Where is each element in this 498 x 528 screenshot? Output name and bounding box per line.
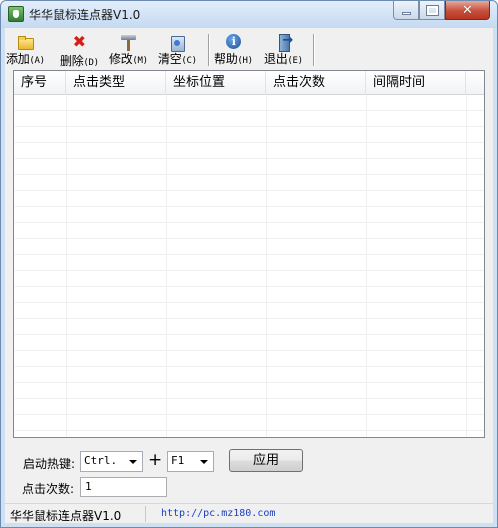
- column-gridline: [166, 95, 167, 437]
- modify-label: 修改: [109, 52, 133, 66]
- delete-key: (D): [83, 58, 99, 68]
- modify-button[interactable]: 修改(M): [109, 33, 148, 67]
- hotkey-key-select[interactable]: F1: [167, 451, 214, 472]
- hotkey-label: 启动热键:: [23, 457, 76, 471]
- clear-icon: [168, 33, 186, 52]
- table-header: 序号 点击类型 坐标位置 点击次数 间隔时间: [14, 71, 484, 95]
- close-button[interactable]: ✕: [445, 1, 490, 20]
- column-header-interval[interactable]: 间隔时间: [366, 71, 466, 95]
- help-button[interactable]: 帮助(H): [214, 33, 253, 67]
- exit-button[interactable]: 退出(E): [264, 33, 303, 67]
- delete-label: 删除: [60, 54, 84, 68]
- minimize-icon: [401, 12, 411, 15]
- apply-button[interactable]: 应用: [229, 449, 303, 472]
- hammer-icon: [119, 33, 137, 51]
- exit-icon: [274, 33, 293, 52]
- click-count-value: 1: [85, 480, 92, 493]
- delete-x-icon: ✖: [72, 32, 87, 51]
- client-area: 添加(A) ✖ 删除(D) 修改(M) 清空(C) 帮助(H) 退出(E): [5, 28, 493, 523]
- help-label: 帮助: [214, 52, 238, 66]
- clear-key: (C): [181, 56, 197, 66]
- folder-icon: [16, 33, 35, 50]
- column-gridline: [466, 95, 467, 437]
- maximize-icon: [425, 4, 439, 16]
- exit-label: 退出: [264, 52, 288, 66]
- app-mouse-icon: [8, 6, 24, 22]
- clear-label: 清空: [158, 52, 182, 66]
- help-key: (H): [237, 56, 253, 66]
- chevron-down-icon[interactable]: [129, 460, 137, 464]
- delete-button[interactable]: ✖ 删除(D): [60, 32, 99, 69]
- column-gridline: [366, 95, 367, 437]
- column-header-index[interactable]: 序号: [14, 71, 66, 95]
- column-header-click-type[interactable]: 点击类型: [66, 71, 166, 95]
- click-count-label: 点击次数:: [22, 482, 75, 496]
- minimize-button[interactable]: [393, 1, 419, 20]
- clear-button[interactable]: 清空(C): [158, 33, 197, 67]
- column-gridline: [66, 95, 67, 437]
- column-header-click-count[interactable]: 点击次数: [266, 71, 366, 95]
- chevron-down-icon[interactable]: [200, 460, 208, 464]
- table-body[interactable]: [14, 95, 484, 437]
- modify-key: (M): [132, 56, 148, 66]
- add-button[interactable]: 添加(A): [6, 33, 45, 67]
- status-separator: [145, 506, 146, 522]
- hotkey-modifier-select[interactable]: Ctrl.: [80, 451, 143, 472]
- title-bar[interactable]: 华华鼠标连点器V1.0 ✕: [1, 1, 497, 28]
- click-count-input[interactable]: 1: [80, 477, 167, 497]
- exit-key: (E): [287, 56, 303, 66]
- column-header-position[interactable]: 坐标位置: [166, 71, 266, 95]
- close-icon: ✕: [462, 2, 473, 18]
- add-key: (A): [29, 56, 45, 66]
- status-bar: 华华鼠标连点器V1.0 http://pc.mz180.com: [5, 503, 493, 523]
- website-link[interactable]: http://pc.mz180.com: [161, 508, 275, 519]
- toolbar-separator: [208, 34, 210, 66]
- hotkey-key-value: F1: [171, 454, 185, 467]
- toolbar: 添加(A) ✖ 删除(D) 修改(M) 清空(C) 帮助(H) 退出(E): [5, 28, 493, 70]
- add-label: 添加: [6, 52, 30, 66]
- status-app-name: 华华鼠标连点器V1.0: [10, 509, 122, 523]
- hotkey-modifier-value: Ctrl.: [84, 454, 118, 467]
- toolbar-separator: [313, 34, 315, 66]
- maximize-button[interactable]: [419, 1, 445, 20]
- column-gridline: [266, 95, 267, 437]
- window-title: 华华鼠标连点器V1.0: [29, 8, 141, 22]
- app-window: 华华鼠标连点器V1.0 ✕ 添加(A) ✖ 删除(D) 修改(M) 清空(C) …: [0, 0, 498, 528]
- help-icon: [224, 33, 242, 49]
- plus-sign: +: [148, 450, 163, 470]
- click-list-table[interactable]: 序号 点击类型 坐标位置 点击次数 间隔时间: [13, 70, 485, 438]
